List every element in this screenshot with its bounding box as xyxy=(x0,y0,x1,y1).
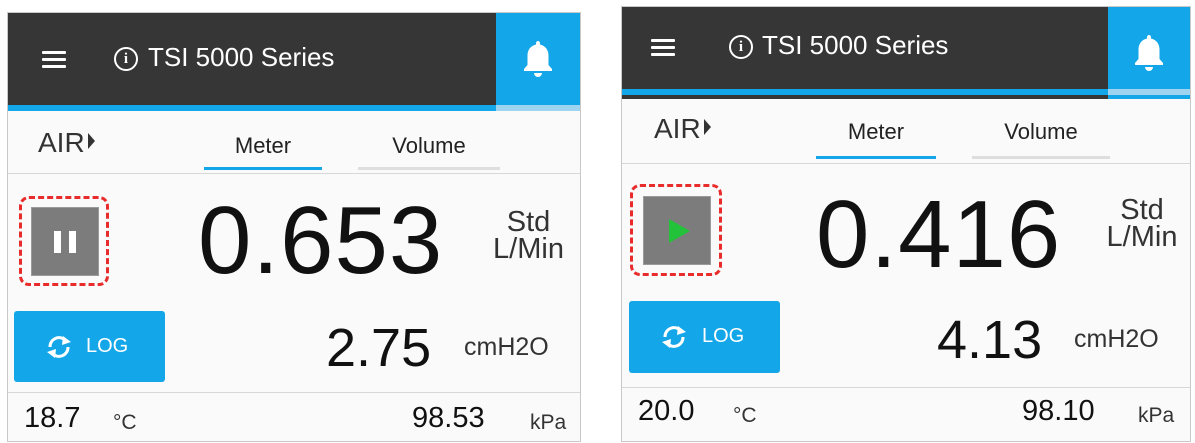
temperature-unit: °C xyxy=(733,404,757,427)
refresh-icon xyxy=(47,336,71,358)
flow-value: 0.653 xyxy=(198,187,444,294)
divider xyxy=(622,387,1190,388)
tab-meter-label: Meter xyxy=(847,119,905,144)
divider xyxy=(8,173,580,174)
device-title: TSI 5000 Series xyxy=(148,42,335,72)
device-screen-right: i TSI 5000 Series AIR Meter Volume 0.416… xyxy=(621,6,1191,442)
barometric-unit: kPa xyxy=(1138,404,1175,427)
info-icon[interactable]: i xyxy=(114,47,138,71)
log-button[interactable]: LOG xyxy=(629,301,780,373)
hamburger-menu-icon[interactable] xyxy=(42,51,66,69)
tab-volume[interactable]: Volume xyxy=(358,125,500,170)
top-bar: i TSI 5000 Series xyxy=(8,13,580,105)
log-button-label: LOG xyxy=(702,325,745,347)
flow-unit-line2: L/Min xyxy=(493,233,564,265)
log-button[interactable]: LOG xyxy=(14,311,165,382)
mode-label: AIR xyxy=(654,113,701,144)
pause-icon xyxy=(54,231,76,253)
device-title: TSI 5000 Series xyxy=(762,30,949,60)
mode-selector[interactable]: AIR xyxy=(654,113,711,145)
log-button-label: LOG xyxy=(86,335,129,357)
mode-selector[interactable]: AIR xyxy=(38,127,95,159)
pressure-value: 2.75 xyxy=(326,318,432,378)
barometric-value: 98.53 xyxy=(412,402,485,434)
pressure-value: 4.13 xyxy=(937,310,1043,370)
top-bar: i TSI 5000 Series xyxy=(622,7,1190,99)
flow-unit: Std L/Min xyxy=(486,206,571,265)
flow-unit: Std L/Min xyxy=(1098,194,1186,253)
pressure-unit: cmH2O xyxy=(464,333,549,361)
notification-button[interactable] xyxy=(1108,7,1190,99)
play-icon xyxy=(669,219,690,243)
tab-volume-label: Volume xyxy=(1004,119,1078,144)
refresh-icon xyxy=(662,326,686,348)
info-icon[interactable]: i xyxy=(729,35,753,59)
flow-unit-line2: L/Min xyxy=(1106,221,1178,253)
caret-right-icon xyxy=(703,119,711,135)
mode-label: AIR xyxy=(38,127,85,158)
barometric-value: 98.10 xyxy=(1022,395,1095,427)
pressure-unit: cmH2O xyxy=(1074,325,1159,353)
tab-meter-label: Meter xyxy=(234,133,292,158)
temperature-unit: °C xyxy=(113,411,137,434)
temperature-value: 18.7 xyxy=(24,402,81,434)
pause-button-face xyxy=(31,207,99,276)
caret-right-icon xyxy=(87,133,95,149)
notification-button[interactable] xyxy=(496,13,580,105)
flow-unit-line1: Std xyxy=(506,206,551,238)
flow-unit-line1: Std xyxy=(1120,194,1164,226)
tab-meter[interactable]: Meter xyxy=(816,111,936,159)
tab-meter[interactable]: Meter xyxy=(204,125,322,170)
device-screen-left: i TSI 5000 Series AIR Meter Volume 0.653… xyxy=(7,12,581,442)
topbar-accent-line xyxy=(8,105,580,111)
bell-icon xyxy=(1135,35,1163,71)
hamburger-menu-icon[interactable] xyxy=(651,39,675,57)
divider xyxy=(8,392,580,393)
barometric-unit: kPa xyxy=(530,411,567,434)
play-button-face xyxy=(643,196,711,265)
play-button[interactable] xyxy=(630,184,722,276)
pause-button[interactable] xyxy=(19,196,109,286)
divider xyxy=(622,163,1190,164)
flow-value: 0.416 xyxy=(816,181,1062,288)
tab-volume-label: Volume xyxy=(392,133,466,158)
topbar-accent-line xyxy=(622,89,1190,95)
bell-icon xyxy=(524,41,552,77)
tab-volume[interactable]: Volume xyxy=(972,111,1110,159)
temperature-value: 20.0 xyxy=(638,395,695,427)
